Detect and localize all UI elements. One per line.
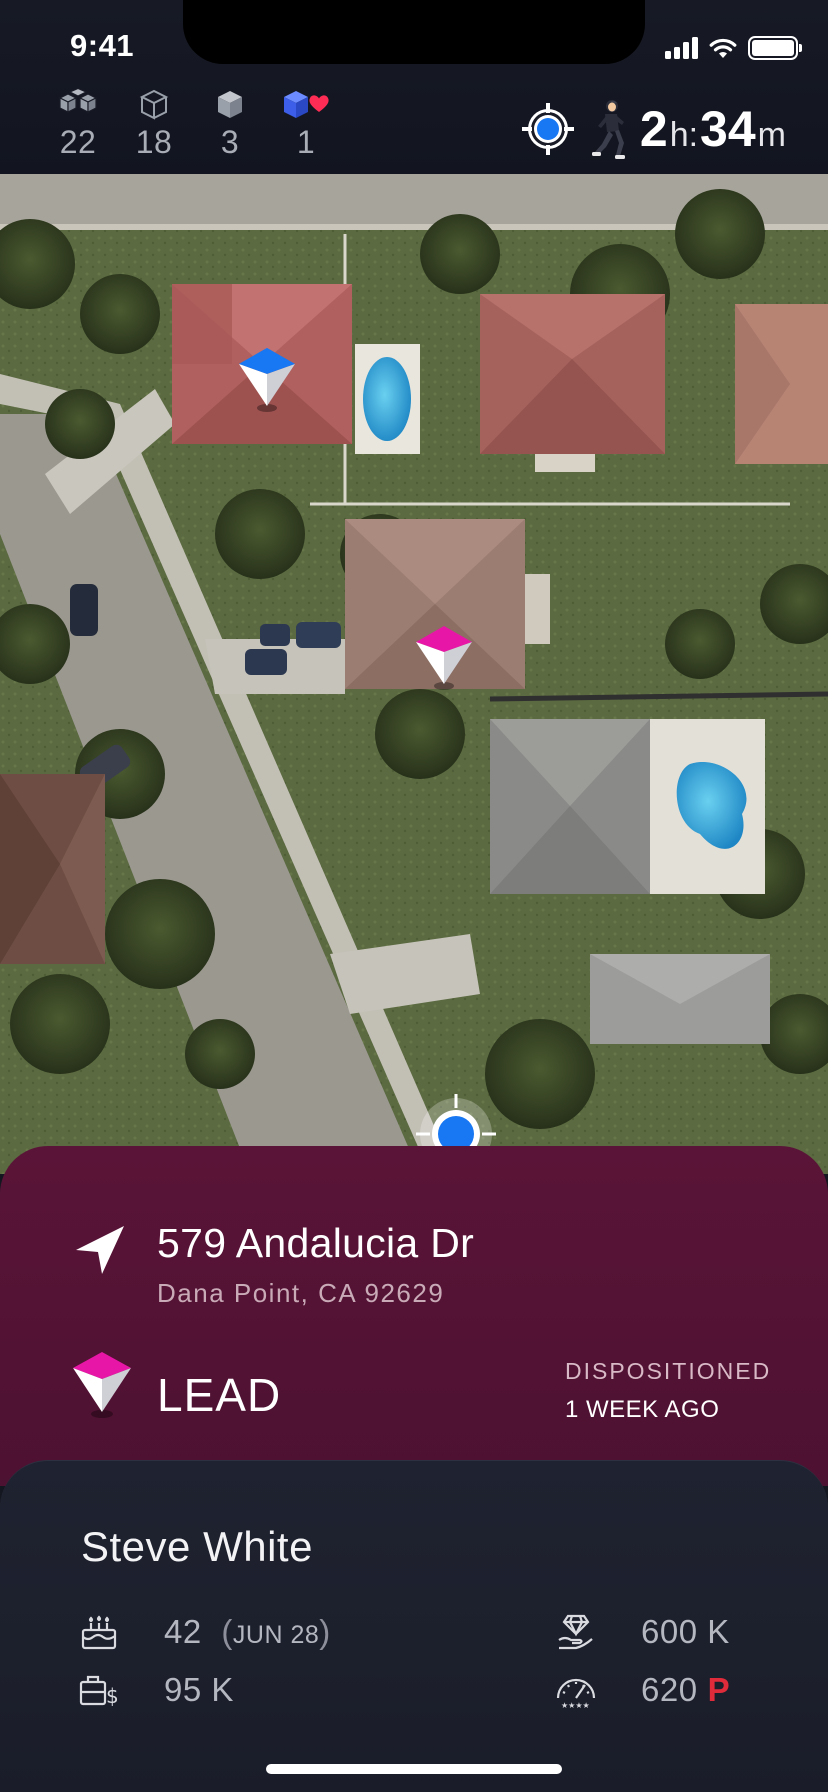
count-untouched[interactable]: 18	[116, 88, 192, 161]
lead-diamond-pin[interactable]	[413, 620, 475, 692]
timer-minutes: 34	[700, 101, 756, 157]
resident-home-value: 600 K	[555, 1611, 730, 1653]
timer-hours: 2	[639, 101, 668, 157]
battery-icon	[748, 36, 802, 60]
birthday-value: JUN 28	[232, 1621, 320, 1649]
count-favorites-value: 1	[296, 124, 316, 160]
income-value: 95 K	[164, 1671, 234, 1708]
home-value-diamond-hand-icon	[555, 1611, 597, 1653]
lead-status-icon	[73, 1352, 131, 1418]
credit-score-value: 620	[641, 1671, 698, 1708]
resident-credit: ★★★★ 620 P	[555, 1669, 730, 1711]
property-counts: 22 18 3 1	[40, 88, 344, 161]
wifi-icon	[709, 38, 737, 58]
disposition-time: 1 WEEK AGO	[565, 1396, 720, 1423]
resident-card[interactable]: Steve White 42 (JUN 28) $ 95 K 600 K ★★★…	[0, 1460, 828, 1792]
box-solid-icon	[218, 91, 242, 118]
disposition-label: DISPOSITIONED	[565, 1358, 772, 1384]
count-all[interactable]: 22	[40, 88, 116, 161]
top-bar: 9:41 22 18 3 1 2 h: 34 m	[0, 0, 828, 174]
home-indicator[interactable]	[266, 1764, 562, 1774]
runner-icon	[591, 100, 625, 159]
status-time: 9:41	[70, 28, 135, 63]
svg-text:★★★★: ★★★★	[561, 1701, 590, 1710]
count-favorites[interactable]: 1	[268, 88, 344, 161]
count-all-value: 22	[59, 124, 97, 160]
blue-diamond-pin[interactable]	[236, 342, 298, 414]
credit-gauge-icon: ★★★★	[555, 1669, 597, 1711]
property-status[interactable]: LEAD	[157, 1368, 281, 1422]
boxes-stack-icon	[58, 88, 98, 113]
age-value: 42	[164, 1613, 202, 1650]
credit-flag: P	[707, 1671, 731, 1708]
timer-hours-unit: h:	[669, 116, 699, 154]
count-visited-value: 3	[220, 124, 240, 160]
session-timer: 2 h: 34 m	[640, 100, 788, 158]
box-outline-icon	[139, 89, 169, 120]
recenter-location-icon[interactable]	[520, 101, 576, 157]
timer-minutes-unit: m	[757, 116, 786, 154]
property-address: 579 Andalucia Dr	[157, 1220, 475, 1266]
satellite-map[interactable]	[0, 174, 828, 1174]
count-visited[interactable]: 3	[192, 88, 268, 161]
cellular-signal-icon	[665, 37, 698, 59]
navigation-arrow-icon[interactable]	[72, 1222, 128, 1278]
resident-age: 42 (JUN 28)	[78, 1611, 331, 1653]
resident-income: $ 95 K	[78, 1669, 234, 1711]
property-card[interactable]: 579 Andalucia Dr Dana Point, CA 92629 LE…	[0, 1146, 828, 1486]
property-city: Dana Point, CA 92629	[157, 1278, 445, 1308]
home-value: 600 K	[641, 1613, 730, 1650]
status-icons	[665, 36, 802, 60]
income-briefcase-icon: $	[78, 1669, 120, 1711]
box-heart-icon	[284, 91, 329, 118]
header-right: 2 h: 34 m	[520, 98, 788, 160]
svg-text:$: $	[106, 1684, 119, 1708]
device-notch	[183, 0, 645, 64]
count-untouched-value: 18	[135, 124, 173, 160]
birthday-cake-icon	[78, 1611, 120, 1653]
resident-name: Steve White	[81, 1523, 313, 1570]
